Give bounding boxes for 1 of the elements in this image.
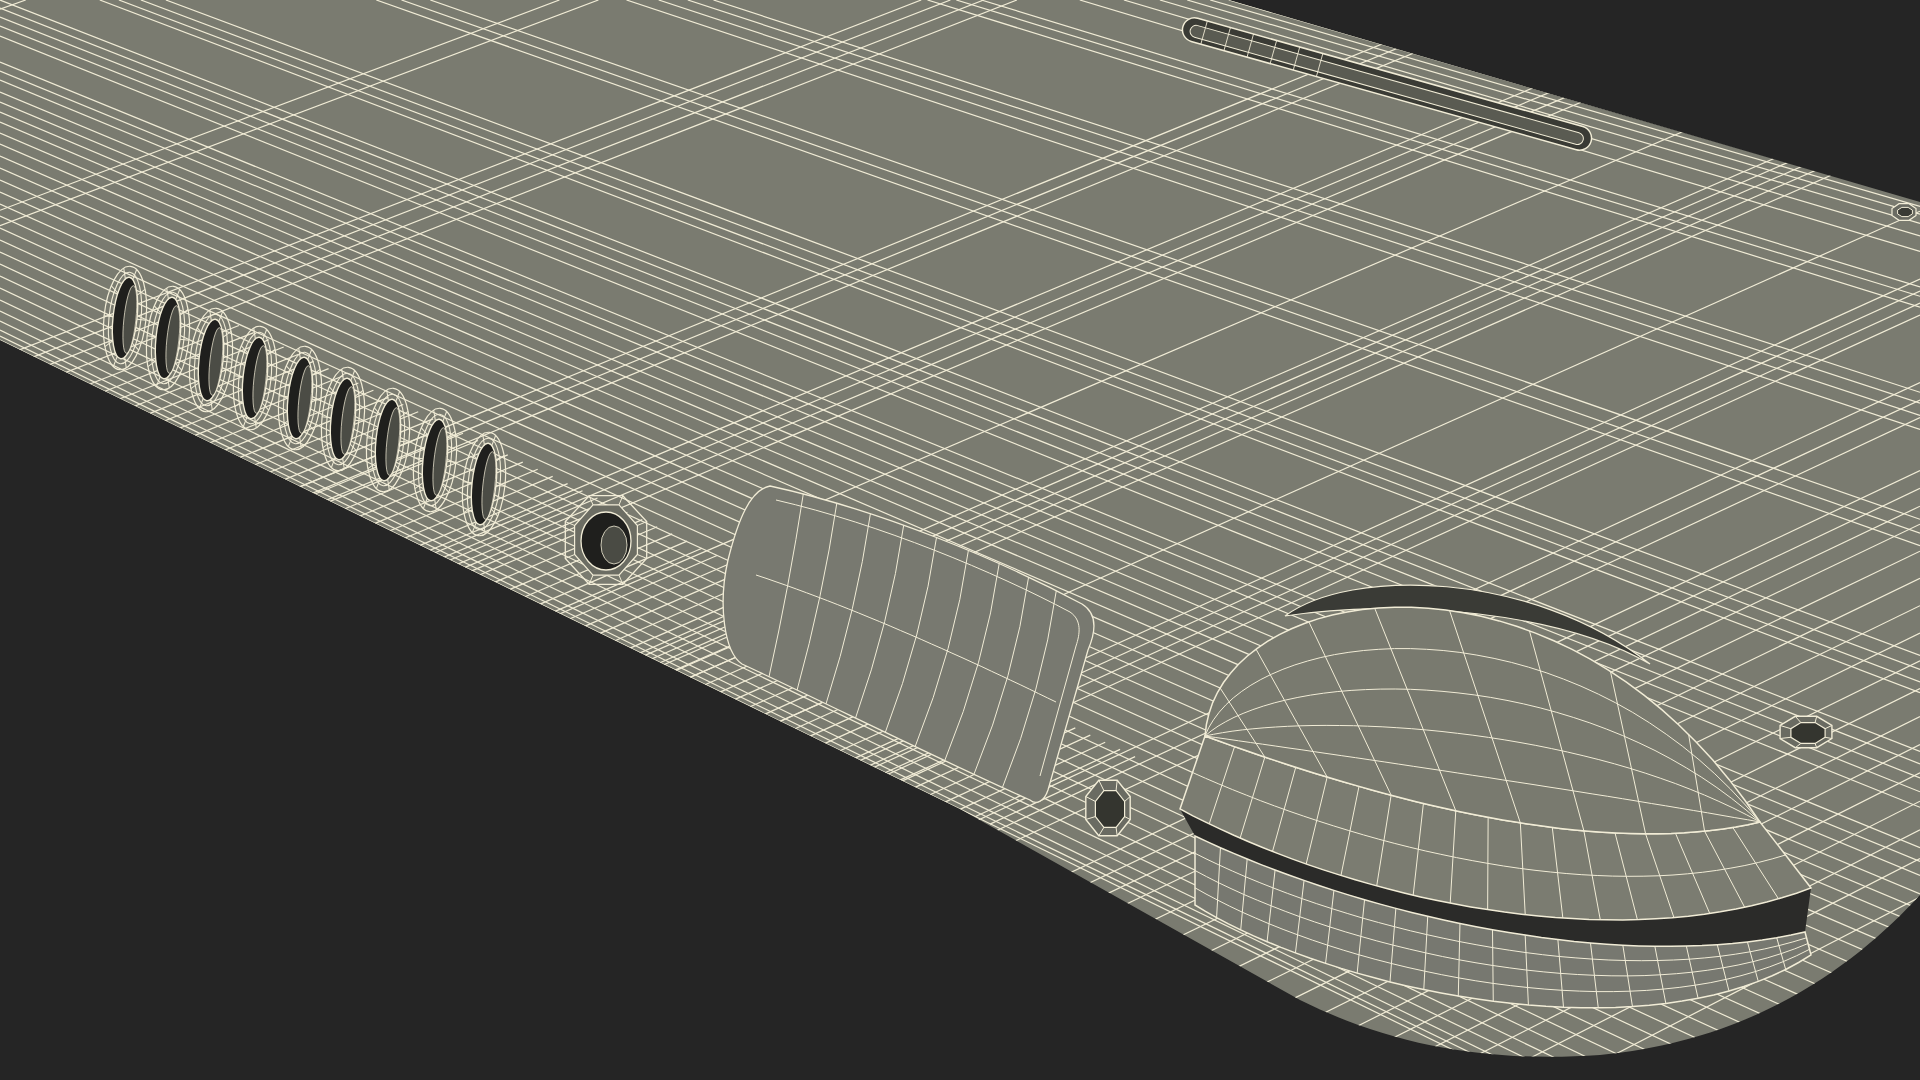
screw-hole bbox=[1085, 779, 1131, 837]
